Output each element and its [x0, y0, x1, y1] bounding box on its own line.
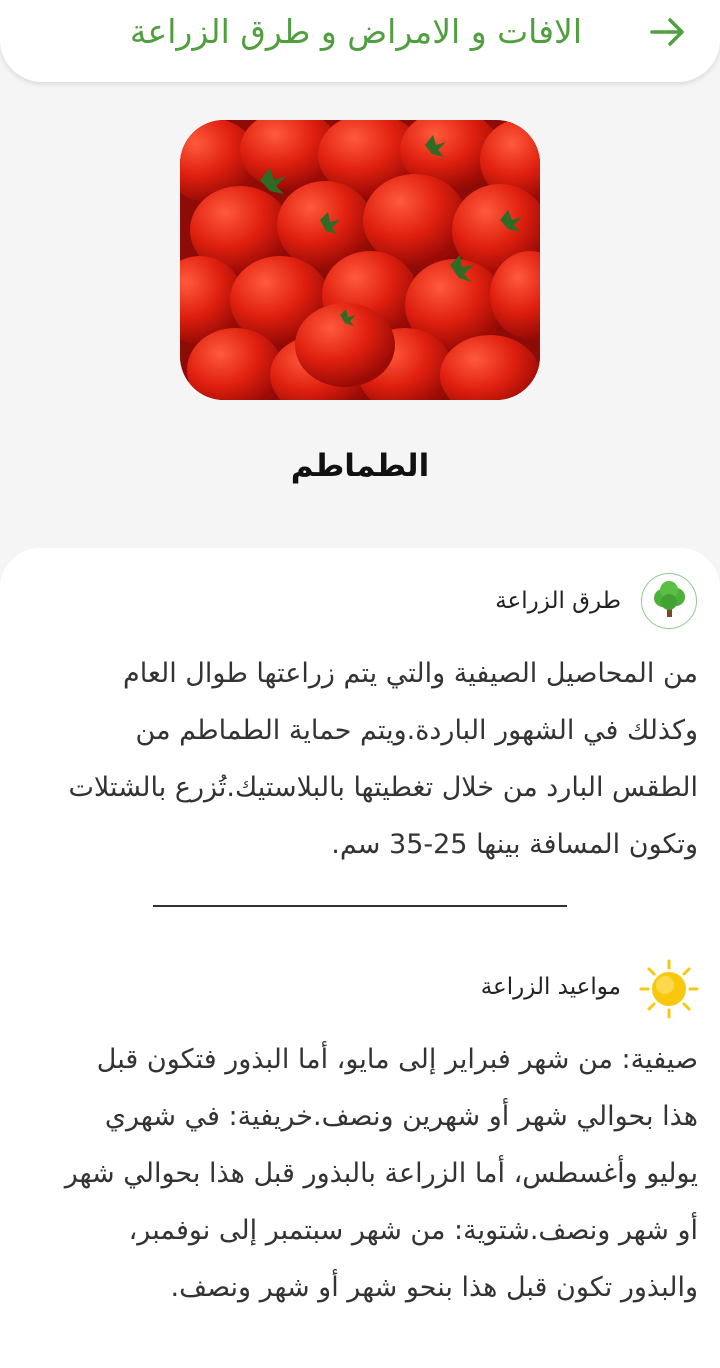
header-title: الافات و الامراض و طرق الزراعة	[129, 12, 582, 51]
planting-methods-text: من المحاصيل الصيفية والتي يتم زراعتها طو…	[26, 658, 698, 886]
text-line: والبذور تكون قبل هذا بنحو شهر أو شهر ونص…	[170, 1272, 698, 1303]
section-divider	[153, 905, 567, 907]
tomato-photo	[180, 120, 540, 400]
arrow-right-icon[interactable]	[648, 12, 688, 52]
text-line: صيفية: من شهر فبراير إلى مايو، أما البذو…	[96, 1044, 698, 1075]
text-line: هذا بحوالي شهر أو شهرين ونصف.خريفية: في …	[104, 1101, 698, 1132]
planting-dates-title: مواعيد الزراعة	[480, 974, 621, 1000]
crop-name: الطماطم	[290, 448, 430, 484]
text-line: وكذلك في الشهور الباردة.ويتم حماية الطما…	[135, 715, 698, 746]
text-line: وتكون المسافة بينها 25-35 سم.	[331, 829, 698, 860]
app-header: الافات و الامراض و طرق الزراعة	[0, 0, 720, 82]
tree-icon	[641, 573, 697, 629]
sun-icon	[639, 959, 699, 1019]
text-line: من المحاصيل الصيفية والتي يتم زراعتها طو…	[123, 658, 698, 689]
planting-methods-title: طرق الزراعة	[495, 588, 621, 614]
text-line: أو شهر ونصف.شتوية: من شهر سبتمبر إلى نوف…	[128, 1215, 698, 1246]
text-line: الطقس البارد من خلال تغطيتها بالبلاستيك.…	[68, 772, 698, 803]
planting-dates-text: صيفية: من شهر فبراير إلى مايو، أما البذو…	[26, 1044, 698, 1329]
text-line: يوليو وأغسطس، أما الزراعة بالبذور قبل هذ…	[64, 1158, 698, 1189]
